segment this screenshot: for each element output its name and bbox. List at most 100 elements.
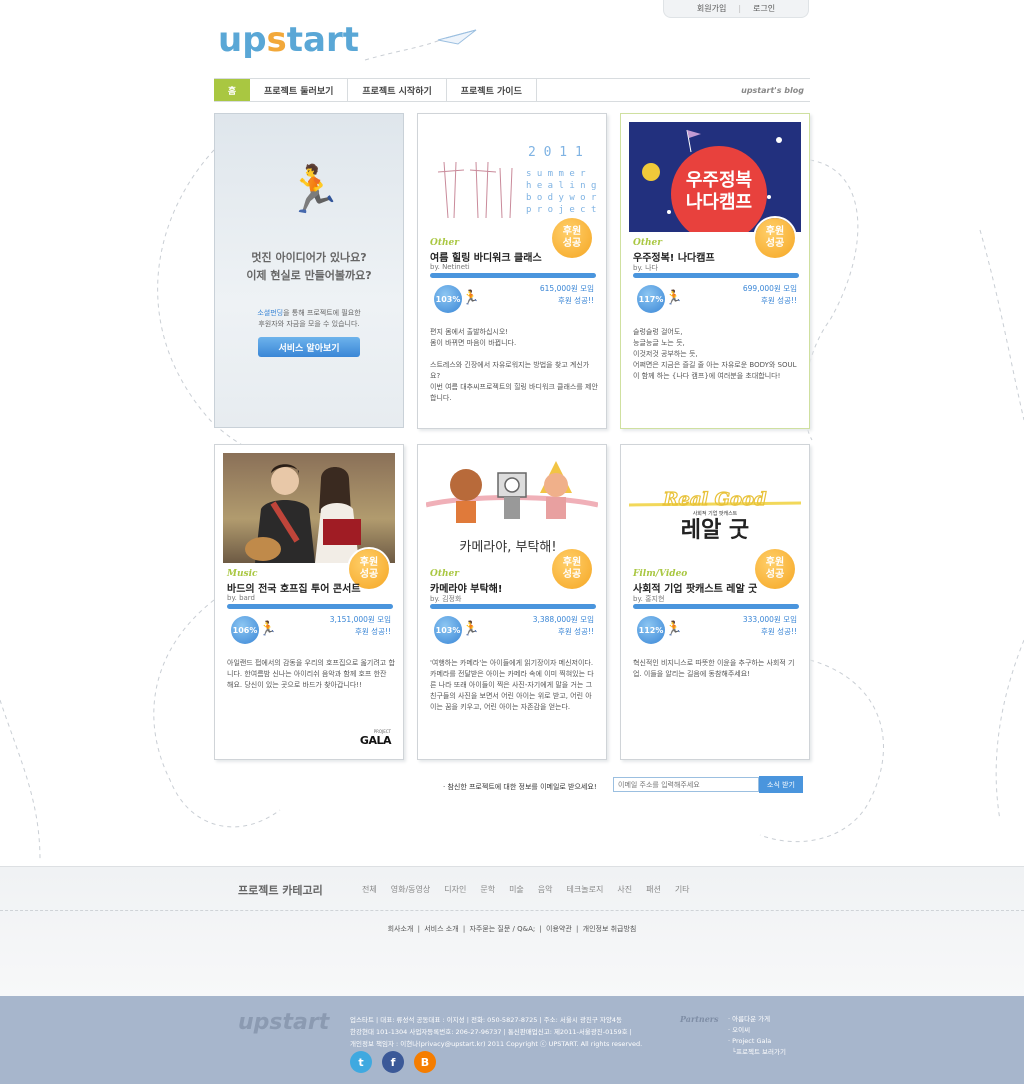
newsletter-subscribe-button[interactable]: 소식 받기 <box>759 776 803 793</box>
project-author: by. 나다 <box>633 264 658 272</box>
category-link-technology[interactable]: 테크놀로지 <box>567 884 604 895</box>
thumb-script-title: Real Good <box>662 489 767 510</box>
category-link-music[interactable]: 음악 <box>538 884 553 895</box>
category-link-photo[interactable]: 사진 <box>617 884 632 895</box>
partners-list: · 아름다운 가게 · 오이씨 · Project Gala └프로젝트 보러가… <box>728 1014 786 1058</box>
promo-headline: 멋진 아이디어가 있나요? 이제 현실로 만들어볼까요? <box>215 249 403 285</box>
bodywork-illustration: 2 0 1 1 s u m m e r h e a l i n g b o d … <box>437 145 598 219</box>
funding-percent: 103% <box>434 616 462 644</box>
project-title[interactable]: 바드의 전국 호프집 투어 콘서트 <box>227 580 377 595</box>
project-title[interactable]: 카메라야 부탁해! <box>430 580 580 595</box>
paper-plane-icon <box>437 29 477 45</box>
funding-amount: 3,151,000원 모임 후원 성공!! <box>329 615 391 636</box>
thumb-subtitle: 사회적 기업 팟캐스트 <box>693 510 738 517</box>
runner-icon: 🏃 <box>462 621 480 637</box>
nav-start-project[interactable]: 프로젝트 시작하기 <box>348 79 447 101</box>
funding-amount: 699,000원 모임 후원 성공!! <box>742 284 797 305</box>
social-funding-link[interactable]: 소셜펀딩 <box>257 309 283 317</box>
project-description: 혁신적인 비지니스로 따뜻한 이윤을 추구하는 사회적 기업. 이들을 알리는 … <box>633 659 795 678</box>
funding-progress-bar <box>430 273 596 278</box>
footer-link-privacy[interactable]: 개인정보 취급방침 <box>583 925 637 933</box>
service-promo-panel: 🏃 멋진 아이디어가 있나요? 이제 현실로 만들어볼까요? 소셜펀딩을 통해 … <box>214 113 404 428</box>
thumb-title: 카메라야, 부탁해! <box>459 540 556 555</box>
thumb-year: 2 0 1 1 <box>528 145 583 160</box>
category-link-all[interactable]: 전체 <box>362 884 377 895</box>
facebook-icon[interactable]: f <box>382 1051 404 1073</box>
project-category: Other <box>430 238 460 248</box>
project-thumbnail: 카메라야, 부탁해! <box>426 453 598 563</box>
runner-icon: 🏃 <box>285 162 343 216</box>
category-link-art[interactable]: 미술 <box>509 884 524 895</box>
category-link-etc[interactable]: 기타 <box>675 884 690 895</box>
funding-progress-bar <box>633 273 799 278</box>
project-card[interactable]: 우주정복 나다캠프 후원 성공 Other 우주정복! 나다캠프 by. 나다 1… <box>620 113 810 429</box>
runner-icon: 🏃 <box>665 290 683 306</box>
nav-home[interactable]: 홈 <box>214 79 250 101</box>
partner-link[interactable]: · 오이씨 <box>728 1025 786 1036</box>
funding-progress-bar <box>633 604 799 609</box>
thumb-w2: h e a l i n g <box>526 181 596 191</box>
runner-icon: 🏃 <box>462 290 480 306</box>
project-thumbnail: 우주정복 나다캠프 <box>629 122 801 232</box>
project-author: by. bard <box>227 594 255 602</box>
real-good-illustration: Real Good 사회적 기업 팟캐스트 레알 굿 <box>629 488 801 543</box>
category-link-literature[interactable]: 문학 <box>480 884 495 895</box>
thumb-w4: p r o j e c t <box>526 205 596 215</box>
upstart-logo[interactable]: upstart <box>218 20 359 60</box>
partner-link[interactable]: └프로젝트 보러가기 <box>728 1047 786 1058</box>
project-category: Film/Video <box>633 569 688 579</box>
partner-link[interactable]: · Project Gala <box>728 1036 786 1047</box>
project-author: by. 홍지현 <box>633 595 665 603</box>
nav-blog-link[interactable]: upstart's blog <box>741 79 810 101</box>
runner-icon: 🏃 <box>665 621 683 637</box>
project-author: by. 김정화 <box>430 595 462 603</box>
divider: | <box>738 4 742 13</box>
partners-title: Partners <box>680 1014 719 1024</box>
category-link-fashion[interactable]: 패션 <box>646 884 661 895</box>
main-nav: 홈 프로젝트 둘러보기 프로젝트 시작하기 프로젝트 가이드 upstart's… <box>214 78 810 102</box>
category-link-film[interactable]: 영화/동영상 <box>391 884 431 895</box>
funding-amount: 615,000원 모임 후원 성공!! <box>539 284 594 305</box>
project-card[interactable]: 후원 성공 Music 바드의 전국 호프집 투어 콘서트 by. bard 10… <box>214 444 404 760</box>
footer-link-service[interactable]: 서비스 소개 <box>424 925 458 933</box>
project-title[interactable]: 사회적 기업 팟캐스트 레알 굿 <box>633 580 783 595</box>
footer-category-links: 전체 영화/동영상 디자인 문학 미술 음악 테크놀로지 사진 패션 기타 <box>362 884 690 895</box>
project-card[interactable]: Real Good 사회적 기업 팟캐스트 레알 굿 후원 성공 Film/Vid… <box>620 444 810 760</box>
funding-percent: 117% <box>637 285 665 313</box>
funding-percent: 103% <box>434 285 462 313</box>
project-category: Other <box>430 569 460 579</box>
camera-friends-illustration: 카메라야, 부탁해! <box>426 461 598 555</box>
nav-project-guide[interactable]: 프로젝트 가이드 <box>447 79 537 101</box>
promo-text: 소셜펀딩을 통해 프로젝트에 필요한 후원자와 자금을 모을 수 있습니다. <box>215 308 403 330</box>
project-card[interactable]: 카메라야, 부탁해! 후원 성공 Other 카메라야 부탁해! by. 김정화 … <box>417 444 607 760</box>
promo-line-2: 이제 현실로 만들어볼까요? <box>246 269 372 282</box>
project-card[interactable]: 2 0 1 1 s u m m e r h e a l i n g b o d … <box>417 113 607 429</box>
funding-progress-bar <box>430 604 596 609</box>
newsletter-email-input[interactable] <box>613 777 759 792</box>
promo-text-2: 후원자와 자금을 모을 수 있습니다. <box>258 320 360 328</box>
footer-link-terms[interactable]: 이용약관 <box>546 925 572 933</box>
project-title[interactable]: 우주정복! 나다캠프 <box>633 249 783 264</box>
nav-browse-projects[interactable]: 프로젝트 둘러보기 <box>250 79 349 101</box>
learn-service-button[interactable]: 서비스 알아보기 <box>258 337 360 357</box>
login-link[interactable]: 로그인 <box>753 3 775 14</box>
blogger-icon[interactable]: B <box>414 1051 436 1073</box>
divider <box>0 910 1024 911</box>
project-title[interactable]: 여름 힐링 바디워크 클래스 <box>430 249 580 264</box>
category-link-design[interactable]: 디자인 <box>444 884 466 895</box>
promo-text-1: 을 통해 프로젝트에 필요한 <box>283 309 361 317</box>
twitter-icon[interactable]: t <box>350 1051 372 1073</box>
partner-link[interactable]: · 아름다운 가게 <box>728 1014 786 1025</box>
project-thumbnail: 2 0 1 1 s u m m e r h e a l i n g b o d … <box>426 122 598 232</box>
project-description: 편지 몸에서 출발하십시오! 몸이 바뀌면 마음이 바뀝니다. 스트레스와 긴장… <box>430 328 598 402</box>
project-category: Other <box>633 238 663 248</box>
join-link[interactable]: 회원가입 <box>697 3 726 14</box>
footer-links: 회사소개 | 서비스 소개 | 자주묻는 질문 / Q&A; | 이용약관 | … <box>387 925 637 933</box>
company-info: 업스타트 | 대표: 류성석 공동대표 : 이지성 | 전화: 050-5827… <box>350 1016 643 1048</box>
footer-link-about[interactable]: 회사소개 <box>388 925 414 933</box>
band-photo <box>245 464 361 563</box>
thumb-title-2: 나다캠프 <box>686 192 752 213</box>
footer-category-title: 프로젝트 카테고리 <box>238 884 323 897</box>
runner-icon: 🏃 <box>259 621 277 637</box>
footer-link-faq[interactable]: 자주묻는 질문 / Q&A; <box>469 925 535 933</box>
